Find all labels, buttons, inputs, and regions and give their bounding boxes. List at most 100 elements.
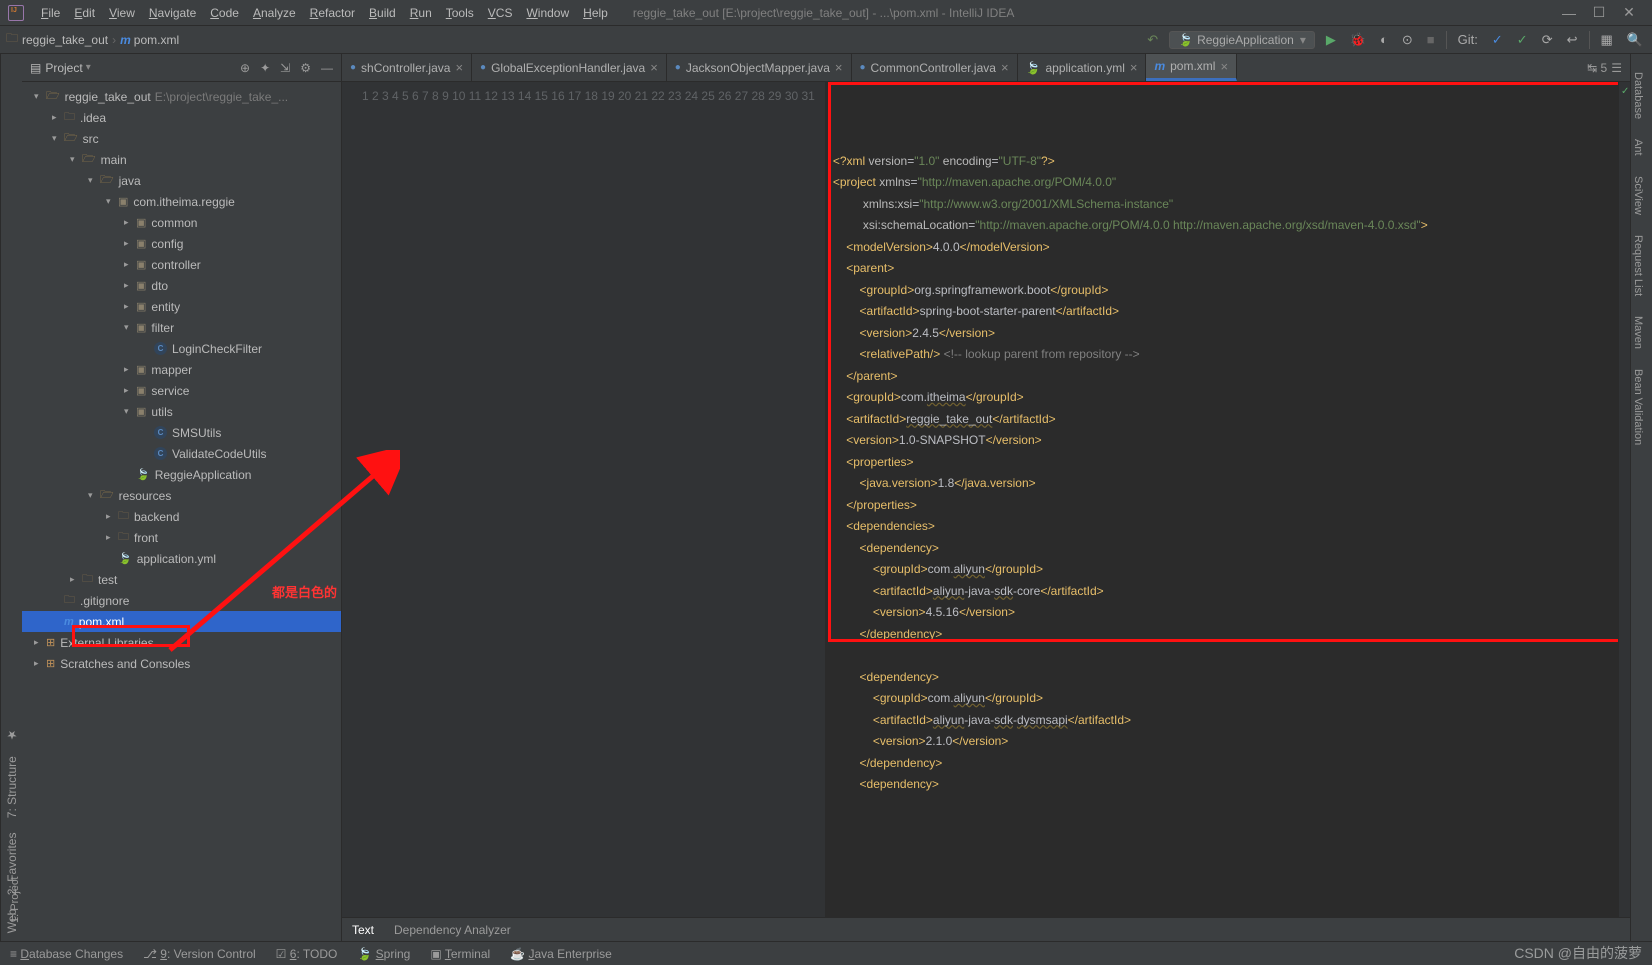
tree-item[interactable]: ▸🗀front (22, 527, 341, 548)
menu-build[interactable]: Build (362, 6, 403, 20)
tree-item[interactable]: CValidateCodeUtils (22, 443, 341, 464)
vcs-history-button[interactable]: ⟳ (1539, 32, 1556, 48)
stop-button[interactable]: ■ (1424, 32, 1438, 47)
tree-item[interactable]: 🍃application.yml (22, 548, 341, 569)
menu-view[interactable]: View (102, 6, 142, 20)
close-icon[interactable]: × (455, 60, 463, 75)
menu-code[interactable]: Code (203, 6, 246, 20)
tree-item[interactable]: ▸▣mapper (22, 359, 341, 380)
menu-help[interactable]: Help (576, 6, 615, 20)
tree-item[interactable]: mpom.xml (22, 611, 341, 632)
expand-all-button[interactable]: ✦ (260, 61, 270, 75)
tree-item[interactable]: ▾▣com.itheima.reggie (22, 191, 341, 212)
tree-item[interactable]: ▾🗁main (22, 149, 341, 170)
close-icon[interactable]: × (835, 60, 843, 75)
profile-button[interactable]: ⊙ (1399, 32, 1416, 48)
code-area[interactable]: <?xml version="1.0" encoding="UTF-8"?><p… (825, 82, 1618, 917)
error-stripe[interactable]: ✓ (1618, 82, 1630, 917)
collapse-button[interactable]: ⇲ (280, 61, 290, 75)
tabs-overflow[interactable]: ↹ 5☰ (1579, 54, 1630, 81)
menu-refactor[interactable]: Refactor (303, 6, 362, 20)
tree-item[interactable]: ▸▣service (22, 380, 341, 401)
tree-item[interactable]: ▸▣entity (22, 296, 341, 317)
editor-tab[interactable]: ●CommonController.java× (852, 54, 1018, 81)
menu-tools[interactable]: Tools (439, 6, 481, 20)
tree-item[interactable]: ▸▣config (22, 233, 341, 254)
gear-icon[interactable]: ⚙ (300, 61, 311, 75)
vcs-update-button[interactable]: ✓ (1489, 32, 1506, 48)
tree-item[interactable]: ▸⊞Scratches and Consoles (22, 653, 341, 674)
structure-button[interactable]: ▦ (1598, 32, 1616, 48)
status-item[interactable]: 🍃 Spring (357, 947, 410, 961)
editor-tab[interactable]: mpom.xml× (1146, 54, 1237, 81)
status-item[interactable]: ☕ Java Enterprise (510, 947, 612, 961)
editor-tab[interactable]: ●shController.java× (342, 54, 472, 81)
tree-item[interactable]: ▸▣common (22, 212, 341, 233)
back-button[interactable]: ↶ (1144, 32, 1161, 48)
menu-window[interactable]: Window (519, 6, 576, 20)
close-icon[interactable]: × (1130, 60, 1138, 75)
web-tool-tab[interactable]: Web (3, 909, 19, 933)
tree-item[interactable]: ▾🗁resources (22, 485, 341, 506)
search-everywhere-button[interactable]: 🔍 (1624, 32, 1646, 48)
breadcrumb[interactable]: 🗀 reggie_take_out › m pom.xml (6, 29, 179, 50)
right-tool-tab[interactable]: SciView (1629, 166, 1647, 225)
run-button[interactable]: ▶ (1323, 32, 1339, 48)
tree-item[interactable]: CSMSUtils (22, 422, 341, 443)
menu-analyze[interactable]: Analyze (246, 6, 303, 20)
right-tool-tab[interactable]: Maven (1629, 306, 1647, 359)
menu-navigate[interactable]: Navigate (142, 6, 203, 20)
menu-edit[interactable]: Edit (67, 6, 102, 20)
close-icon[interactable]: × (1001, 60, 1009, 75)
tree-item[interactable]: ▾▣utils (22, 401, 341, 422)
editor[interactable]: 1 2 3 4 5 6 7 8 9 10 11 12 13 14 15 16 1… (342, 82, 1630, 917)
crumb-file[interactable]: pom.xml (134, 33, 179, 47)
menu-run[interactable]: Run (403, 6, 439, 20)
vcs-commit-button[interactable]: ✓ (1514, 32, 1531, 48)
tree-item[interactable]: ▾▣filter (22, 317, 341, 338)
close-button[interactable]: ✕ (1614, 4, 1644, 21)
editor-tab[interactable]: ●GlobalExceptionHandler.java× (472, 54, 667, 81)
tree-item[interactable]: ▸⊞External Libraries (22, 632, 341, 653)
right-tool-tab[interactable]: Request List (1629, 225, 1647, 306)
tree-item[interactable]: ▸▣controller (22, 254, 341, 275)
close-icon[interactable]: × (650, 60, 658, 75)
right-tool-tab[interactable]: Database (1629, 62, 1647, 129)
hide-button[interactable]: — (321, 61, 333, 75)
minimize-button[interactable]: — (1554, 5, 1584, 21)
locate-button[interactable]: ⊕ (240, 61, 250, 75)
vcs-revert-button[interactable]: ↩ (1564, 32, 1581, 48)
close-icon[interactable]: × (1220, 59, 1228, 74)
structure-tool-tab[interactable]: 7: Structure (3, 756, 19, 818)
favorites-tool-tab[interactable]: 2: Favorites (3, 832, 19, 895)
sub-tab[interactable]: Dependency Analyzer (394, 923, 511, 937)
tree-item[interactable]: ▸🗀backend (22, 506, 341, 527)
tree-item[interactable]: 🍃ReggieApplication (22, 464, 341, 485)
editor-tab[interactable]: ●JacksonObjectMapper.java× (667, 54, 852, 81)
maximize-button[interactable]: ☐ (1584, 4, 1614, 21)
sub-tab[interactable]: Text (352, 923, 374, 937)
tree-item[interactable]: CLoginCheckFilter (22, 338, 341, 359)
debug-button[interactable]: 🐞 (1347, 32, 1369, 48)
project-tree[interactable]: 都是白色的 ▾🗁reggie_take_outE:\project\reggie… (22, 82, 341, 941)
status-item[interactable]: ⎇ 9: Version Control (143, 947, 256, 961)
chevron-down-icon[interactable]: ▾ (86, 62, 91, 73)
status-item[interactable]: ▣ Terminal (430, 947, 490, 961)
coverage-button[interactable]: ◐ (1377, 32, 1391, 47)
run-config-select[interactable]: 🍃 ReggieApplication ▾ (1169, 31, 1315, 49)
tree-item[interactable]: ▾🗁reggie_take_outE:\project\reggie_take_… (22, 86, 341, 107)
status-item[interactable]: ≡ Database Changes (10, 947, 123, 961)
list-icon[interactable]: ☰ (1611, 61, 1622, 75)
right-tool-tab[interactable]: Bean Validation (1629, 359, 1647, 455)
crumb-project[interactable]: reggie_take_out (22, 33, 108, 47)
menu-file[interactable]: File (34, 6, 67, 20)
tree-item[interactable]: ▾🗁java (22, 170, 341, 191)
menu-vcs[interactable]: VCS (481, 6, 520, 20)
star-icon[interactable]: ★ (3, 728, 19, 742)
tree-item[interactable]: ▸▣dto (22, 275, 341, 296)
right-tool-tab[interactable]: Ant (1629, 129, 1647, 166)
tree-item[interactable]: ▾🗁src (22, 128, 341, 149)
status-item[interactable]: ☑ 6: TODO (276, 947, 338, 961)
tree-item[interactable]: ▸🗀.idea (22, 107, 341, 128)
editor-tab[interactable]: 🍃application.yml× (1018, 54, 1147, 81)
